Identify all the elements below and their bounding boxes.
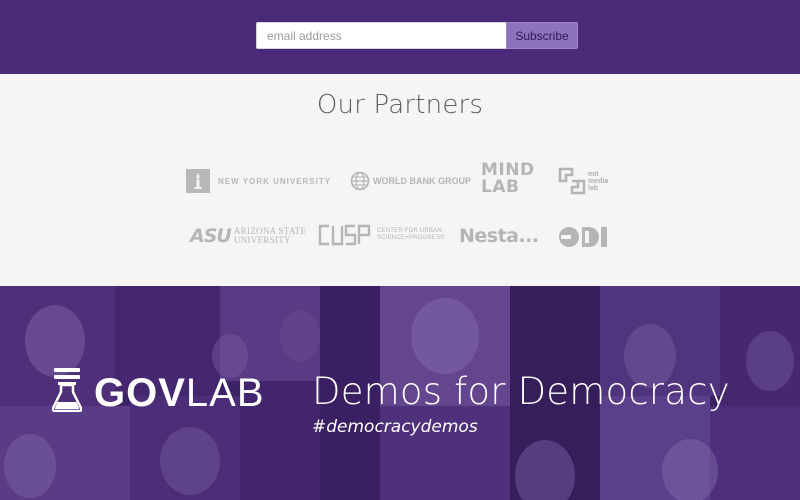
partner-logo-world-bank[interactable]: WORLD BANK GROUP bbox=[350, 171, 471, 191]
hero-hashtag: #democracydemos bbox=[312, 417, 478, 437]
cusp-mark-icon bbox=[318, 223, 372, 247]
cusp-text-block: CENTER FOR URBAN SCIENCE+PROGRESS bbox=[372, 228, 444, 242]
partner-logo-nyu[interactable]: NEW YORK UNIVERSITY bbox=[186, 169, 331, 193]
hero-banner: GOVLAB Demos for Democracy #democracydem… bbox=[0, 286, 800, 500]
govlab-bold: GOV bbox=[94, 370, 186, 415]
odi-mark-icon bbox=[558, 226, 608, 248]
subscribe-form: Subscribe bbox=[256, 22, 578, 49]
govlab-light: LAB bbox=[185, 370, 265, 415]
globe-icon bbox=[350, 171, 370, 191]
partner-logo-cusp[interactable]: CENTER FOR URBAN SCIENCE+PROGRESS bbox=[318, 223, 444, 247]
mit-line3: lab bbox=[588, 184, 599, 192]
subscribe-bar: Subscribe bbox=[0, 0, 800, 74]
subscribe-button[interactable]: Subscribe bbox=[506, 22, 578, 49]
world-bank-label: WORLD BANK GROUP bbox=[373, 176, 471, 186]
partner-logo-mit-media-lab[interactable]: mit media lab bbox=[558, 167, 608, 195]
govlab-logo[interactable]: GOVLAB bbox=[51, 368, 265, 417]
mit-media-lab-mark-icon bbox=[558, 167, 586, 195]
hero-title: Demos for Democracy bbox=[312, 370, 730, 413]
mit-line1: mit bbox=[588, 170, 599, 178]
torch-icon bbox=[186, 169, 210, 193]
mit-text-block: mit media lab bbox=[588, 171, 608, 192]
email-input[interactable] bbox=[256, 22, 506, 49]
govlab-wordmark: GOVLAB bbox=[94, 373, 265, 413]
flask-icon bbox=[51, 368, 83, 417]
cusp-line1: CENTER FOR URBAN bbox=[377, 228, 442, 234]
partner-logo-asu[interactable]: ASU ARIZONA STATE UNIVERSITY bbox=[190, 225, 306, 247]
partner-logo-nesta[interactable]: Nesta... bbox=[459, 225, 539, 247]
partner-logo-odi[interactable] bbox=[558, 226, 608, 248]
partner-logo-mind-lab[interactable]: MIND LAB bbox=[481, 162, 535, 196]
mit-line2: media bbox=[588, 177, 609, 185]
cusp-line2: SCIENCE+PROGRESS bbox=[377, 235, 445, 241]
asu-mark: ASU bbox=[190, 225, 232, 247]
mind-lab-line2: LAB bbox=[481, 177, 520, 197]
asu-line2: UNIVERSITY bbox=[233, 235, 291, 245]
nyu-label: NEW YORK UNIVERSITY bbox=[218, 176, 332, 186]
partners-title: Our Partners bbox=[316, 90, 484, 120]
nesta-label: Nesta... bbox=[459, 225, 539, 247]
partners-section: Our Partners NEW YORK UNIVERSITY WORLD B… bbox=[0, 74, 800, 286]
asu-text-block: ARIZONA STATE UNIVERSITY bbox=[231, 227, 306, 245]
